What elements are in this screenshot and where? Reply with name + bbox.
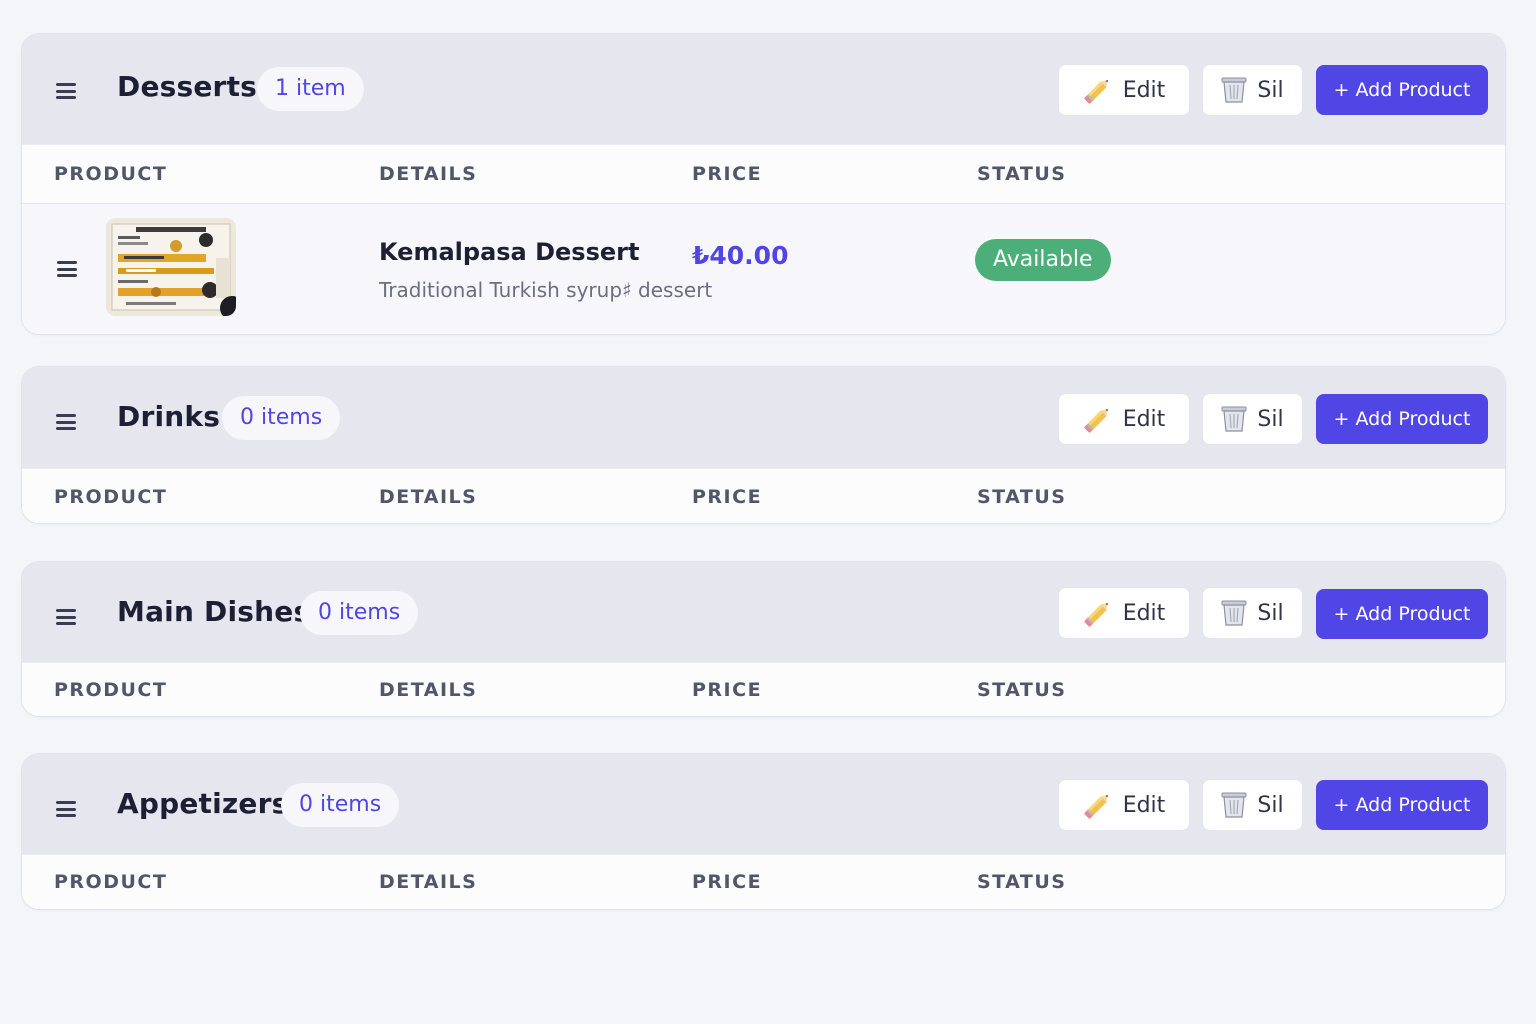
delete-label: Sil <box>1257 77 1284 103</box>
status-badge[interactable]: Available <box>975 239 1111 281</box>
delete-category-button[interactable]: Sil <box>1202 587 1303 639</box>
column-details: DETAILS <box>379 163 478 185</box>
pencil-icon <box>1083 598 1113 628</box>
edit-label: Edit <box>1122 406 1166 432</box>
delete-label: Sil <box>1257 600 1284 626</box>
table-header: PRODUCT DETAILS PRICE STATUS <box>22 854 1505 909</box>
trash-icon <box>1221 791 1247 819</box>
column-details: DETAILS <box>379 486 478 508</box>
column-details: DETAILS <box>379 679 478 701</box>
delete-category-button[interactable]: Sil <box>1202 393 1303 445</box>
delete-category-button[interactable]: Sil <box>1202 779 1303 831</box>
column-status: STATUS <box>977 486 1067 508</box>
table-header: PRODUCT DETAILS PRICE STATUS <box>22 662 1505 716</box>
category-card-appetizers: Appetizers 0 items Edit Sil + Add Produc… <box>21 753 1506 910</box>
add-product-button[interactable]: + Add Product <box>1316 589 1488 639</box>
category-card-desserts: Desserts 1 item Edit Sil + Add Product P… <box>21 33 1506 335</box>
category-card-main-dishes: Main Dishes 0 items Edit Sil + Add Produ… <box>21 561 1506 717</box>
pencil-icon <box>1083 75 1113 105</box>
category-title: Drinks <box>117 400 221 433</box>
pencil-icon <box>1083 790 1113 820</box>
column-product: PRODUCT <box>54 486 168 508</box>
category-title: Desserts <box>117 70 258 103</box>
edit-category-button[interactable]: Edit <box>1058 393 1190 445</box>
pencil-icon <box>1083 404 1113 434</box>
trash-icon <box>1221 76 1247 104</box>
column-price: PRICE <box>692 486 763 508</box>
category-card-drinks: Drinks 0 items Edit Sil + Add Product PR… <box>21 366 1506 524</box>
drag-handle-icon[interactable] <box>57 261 77 277</box>
delete-category-button[interactable]: Sil <box>1202 64 1303 116</box>
column-price: PRICE <box>692 679 763 701</box>
drag-handle-icon[interactable] <box>56 609 76 625</box>
delete-label: Sil <box>1257 406 1284 432</box>
trash-icon <box>1221 405 1247 433</box>
add-product-button[interactable]: + Add Product <box>1316 65 1488 115</box>
edit-category-button[interactable]: Edit <box>1058 779 1190 831</box>
column-price: PRICE <box>692 871 763 893</box>
product-name: Kemalpasa Dessert <box>379 238 640 266</box>
edit-category-button[interactable]: Edit <box>1058 64 1190 116</box>
column-price: PRICE <box>692 163 763 185</box>
column-product: PRODUCT <box>54 679 168 701</box>
edit-category-button[interactable]: Edit <box>1058 587 1190 639</box>
edit-label: Edit <box>1122 600 1166 626</box>
category-list: Desserts 1 item Edit Sil + Add Product P… <box>0 0 1536 1024</box>
product-thumbnail <box>106 218 236 316</box>
table-header: PRODUCT DETAILS PRICE STATUS <box>22 144 1505 204</box>
category-header: Appetizers 0 items Edit Sil + Add Produc… <box>22 754 1505 854</box>
item-count-badge: 1 item <box>257 67 364 111</box>
category-header: Drinks 0 items Edit Sil + Add Product <box>22 367 1505 468</box>
drag-handle-icon[interactable] <box>56 801 76 817</box>
drag-handle-icon[interactable] <box>56 83 76 99</box>
edit-label: Edit <box>1122 792 1166 818</box>
column-status: STATUS <box>977 679 1067 701</box>
category-title: Appetizers <box>117 787 289 820</box>
category-header: Main Dishes 0 items Edit Sil + Add Produ… <box>22 562 1505 662</box>
trash-icon <box>1221 599 1247 627</box>
column-details: DETAILS <box>379 871 478 893</box>
column-product: PRODUCT <box>54 163 168 185</box>
edit-label: Edit <box>1122 77 1166 103</box>
column-status: STATUS <box>977 163 1067 185</box>
column-status: STATUS <box>977 871 1067 893</box>
table-header: PRODUCT DETAILS PRICE STATUS <box>22 468 1505 523</box>
category-title: Main Dishes <box>117 595 311 628</box>
column-product: PRODUCT <box>54 871 168 893</box>
add-product-button[interactable]: + Add Product <box>1316 780 1488 830</box>
drag-handle-icon[interactable] <box>56 414 76 430</box>
item-count-badge: 0 items <box>222 396 341 440</box>
item-count-badge: 0 items <box>300 591 419 635</box>
category-header: Desserts 1 item Edit Sil + Add Product <box>22 34 1505 144</box>
product-price: ₺40.00 <box>692 241 789 270</box>
add-product-button[interactable]: + Add Product <box>1316 394 1488 444</box>
delete-label: Sil <box>1257 792 1284 818</box>
item-count-badge: 0 items <box>281 783 400 827</box>
product-description: Traditional Turkish syrup♯ dessert <box>379 278 713 302</box>
table-row[interactable]: Kemalpasa Dessert Traditional Turkish sy… <box>22 204 1505 334</box>
